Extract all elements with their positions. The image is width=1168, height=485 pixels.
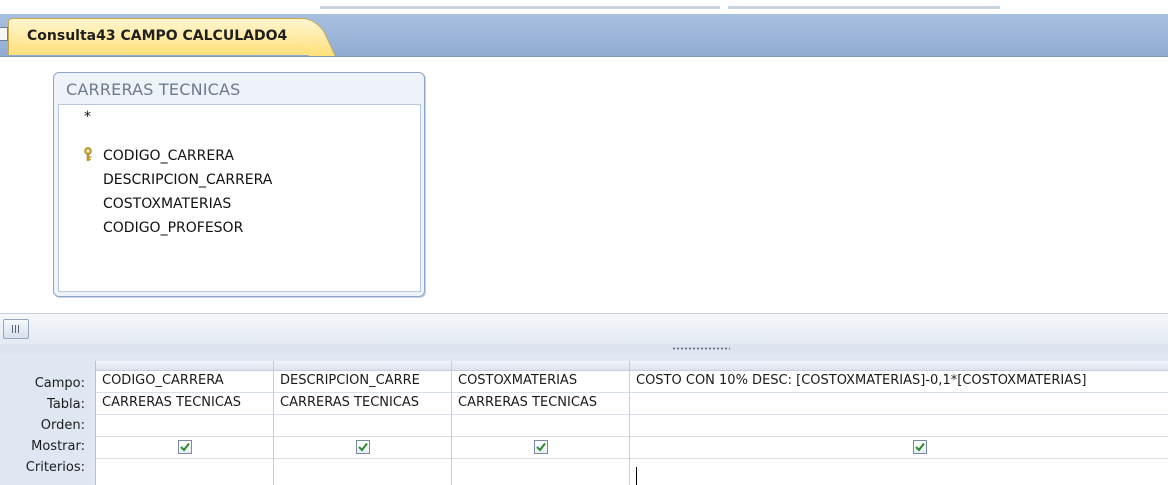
tabla-value: CARRERAS TECNICAS: [280, 395, 420, 410]
mostrar-cell: [274, 437, 451, 459]
mostrar-cell: [452, 437, 629, 459]
orden-cell[interactable]: [452, 415, 629, 437]
mostrar-cell: [96, 437, 273, 459]
query-tab-label: Consulta43 CAMPO CALCULADO4: [27, 28, 288, 44]
checkbox-checked-icon[interactable]: [178, 440, 192, 454]
column-selector[interactable]: [274, 361, 451, 371]
grid-column[interactable]: CODIGO_CARRERA CARRERAS TECNICAS: [96, 361, 274, 485]
tabla-cell[interactable]: [630, 393, 1168, 415]
field-item-costoxmaterias[interactable]: COSTOXMATERIAS: [103, 196, 231, 212]
checkbox-checked-icon[interactable]: [356, 440, 370, 454]
campo-value: COSTOXMATERIAS: [458, 373, 578, 388]
campo-cell[interactable]: CODIGO_CARRERA: [96, 371, 273, 393]
row-label-mostrar: Mostrar:: [31, 439, 85, 454]
tabla-value: CARRERAS TECNICAS: [458, 395, 598, 410]
criterios-cell[interactable]: [452, 459, 629, 480]
campo-value: CODIGO_CARRERA: [102, 373, 224, 388]
field-item-all[interactable]: *: [84, 109, 91, 125]
row-label-orden: Orden:: [40, 418, 85, 433]
title-strip-segment: [320, 6, 720, 9]
column-selector[interactable]: [96, 361, 273, 371]
checkbox-checked-icon[interactable]: [534, 440, 548, 454]
field-list[interactable]: * CODIGO_CARRERA DESCRIPCION_CARRERA COS…: [58, 104, 421, 292]
grid-row-labels: Campo: Tabla: Orden: Mostrar: Criterios:: [0, 354, 95, 485]
criterios-cell[interactable]: [274, 459, 451, 480]
query-design-grid-area: Campo: Tabla: Orden: Mostrar: Criterios:…: [0, 354, 1168, 485]
campo-cell[interactable]: COSTOXMATERIAS: [452, 371, 629, 393]
criterios-cell[interactable]: [630, 459, 1168, 480]
title-strip: [0, 0, 1168, 14]
text-caret: [636, 467, 637, 485]
row-label-campo: Campo:: [34, 376, 85, 391]
grid-column[interactable]: DESCRIPCION_CARRE CARRERAS TECNICAS: [274, 361, 452, 485]
mostrar-cell: [630, 437, 1168, 459]
query-design-area: CARRERAS TECNICAS * CODIGO_CARRERA DESCR…: [0, 57, 1168, 312]
query-design-grid[interactable]: CODIGO_CARRERA CARRERAS TECNICAS DESCRIP…: [95, 361, 1168, 485]
grid-column-calculated[interactable]: COSTO CON 10% DESC: [COSTOXMATERIAS]-0,1…: [630, 361, 1168, 485]
orden-cell[interactable]: [96, 415, 273, 437]
grid-column[interactable]: COSTOXMATERIAS CARRERAS TECNICAS: [452, 361, 630, 485]
tabla-cell[interactable]: CARRERAS TECNICAS: [274, 393, 451, 415]
table-field-list-title[interactable]: CARRERAS TECNICAS: [66, 80, 241, 99]
key-icon: [84, 147, 92, 161]
tabla-cell[interactable]: CARRERAS TECNICAS: [96, 393, 273, 415]
campo-value: DESCRIPCION_CARRE: [280, 373, 420, 388]
scroll-left-icon[interactable]: [3, 319, 29, 339]
field-item-descripcion-carrera[interactable]: DESCRIPCION_CARRERA: [103, 172, 272, 188]
document-icon: [0, 27, 8, 41]
orden-cell[interactable]: [630, 415, 1168, 437]
field-item-codigo-carrera[interactable]: CODIGO_CARRERA: [103, 148, 234, 164]
column-selector[interactable]: [452, 361, 629, 371]
query-tab[interactable]: Consulta43 CAMPO CALCULADO4: [8, 18, 310, 55]
tabla-cell[interactable]: CARRERAS TECNICAS: [452, 393, 629, 415]
campo-value-calculated: COSTO CON 10% DESC: [COSTOXMATERIAS]-0,1…: [636, 373, 1087, 388]
design-area-scrollbar[interactable]: [0, 313, 1168, 345]
table-field-list-window[interactable]: CARRERAS TECNICAS * CODIGO_CARRERA DESCR…: [53, 72, 425, 297]
orden-cell[interactable]: [274, 415, 451, 437]
splitter-grip-icon[interactable]: [672, 347, 730, 350]
column-selector[interactable]: [630, 361, 1168, 371]
document-tab-bar: Consulta43 CAMPO CALCULADO4: [0, 14, 1168, 57]
checkbox-checked-icon[interactable]: [913, 440, 927, 454]
pane-splitter[interactable]: [0, 344, 1168, 354]
field-item-codigo-profesor[interactable]: CODIGO_PROFESOR: [103, 220, 243, 236]
campo-cell[interactable]: COSTO CON 10% DESC: [COSTOXMATERIAS]-0,1…: [630, 371, 1168, 393]
row-label-criterios: Criterios:: [25, 460, 85, 475]
campo-cell[interactable]: DESCRIPCION_CARRE: [274, 371, 451, 393]
row-label-tabla: Tabla:: [47, 397, 85, 412]
title-strip-segment: [728, 6, 1000, 9]
criterios-cell[interactable]: [96, 459, 273, 480]
tabla-value: CARRERAS TECNICAS: [102, 395, 242, 410]
